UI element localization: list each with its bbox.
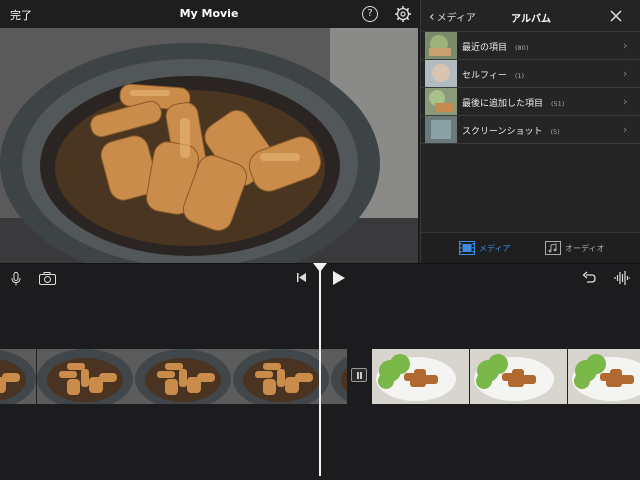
- chevron-right-icon: ›: [623, 95, 628, 108]
- audio-waveform-icon[interactable]: [614, 270, 630, 286]
- project-title: My Movie: [179, 7, 239, 20]
- media-browser-panel: ‹ メディア アルバム 最近の項目 (80) › セルフィー (1) › 最後に追加…: [420, 0, 640, 263]
- video-preview[interactable]: [0, 28, 418, 263]
- clip-frames: [0, 349, 347, 404]
- tab-media-label: メディア: [479, 243, 511, 253]
- album-label: 最後に追加した項目 (51): [462, 99, 565, 109]
- film-icon: [459, 241, 475, 255]
- album-label: スクリーンショット (5): [462, 127, 560, 137]
- tab-media[interactable]: メディア: [459, 241, 510, 255]
- camera-icon[interactable]: [39, 272, 56, 285]
- album-thumbnail: [425, 88, 457, 115]
- skip-to-start-icon[interactable]: [297, 273, 306, 282]
- chevron-right-icon: ›: [623, 67, 628, 80]
- microphone-icon[interactable]: [10, 272, 22, 286]
- video-clip-frying[interactable]: [0, 349, 347, 404]
- album-thumbnail: [425, 60, 457, 87]
- panel-header: ‹ メディア アルバム: [421, 0, 640, 32]
- undo-icon[interactable]: [582, 271, 596, 285]
- tab-audio-label: オーディオ: [565, 243, 605, 253]
- chevron-right-icon: ›: [623, 39, 628, 52]
- album-label: セルフィー (1): [462, 71, 525, 81]
- top-toolbar: 完了 My Movie ?: [0, 0, 418, 28]
- close-icon[interactable]: [609, 9, 623, 23]
- tab-audio[interactable]: オーディオ: [545, 241, 604, 255]
- album-label: 最近の項目 (80): [462, 43, 529, 53]
- preview-frame-image: [0, 28, 418, 263]
- music-note-icon: [545, 241, 561, 255]
- video-clip-plated[interactable]: [372, 349, 640, 404]
- panel-tab-bar: メディア オーディオ: [421, 232, 640, 263]
- transition-icon[interactable]: [351, 368, 367, 382]
- album-row-recents[interactable]: 最近の項目 (80) ›: [421, 32, 640, 60]
- chevron-right-icon: ›: [623, 123, 628, 136]
- playhead[interactable]: [319, 270, 321, 476]
- album-thumbnail: [425, 32, 457, 59]
- help-icon[interactable]: ?: [362, 6, 378, 22]
- gear-icon[interactable]: [394, 5, 412, 23]
- album-row-selfies[interactable]: セルフィー (1) ›: [421, 60, 640, 88]
- panel-title: アルバム: [511, 14, 551, 25]
- album-row-screenshots[interactable]: スクリーンショット (5) ›: [421, 116, 640, 144]
- album-thumbnail: [425, 116, 457, 143]
- play-icon[interactable]: [333, 271, 345, 285]
- clip-frames: [372, 349, 640, 404]
- album-row-recently-added[interactable]: 最後に追加した項目 (51) ›: [421, 88, 640, 116]
